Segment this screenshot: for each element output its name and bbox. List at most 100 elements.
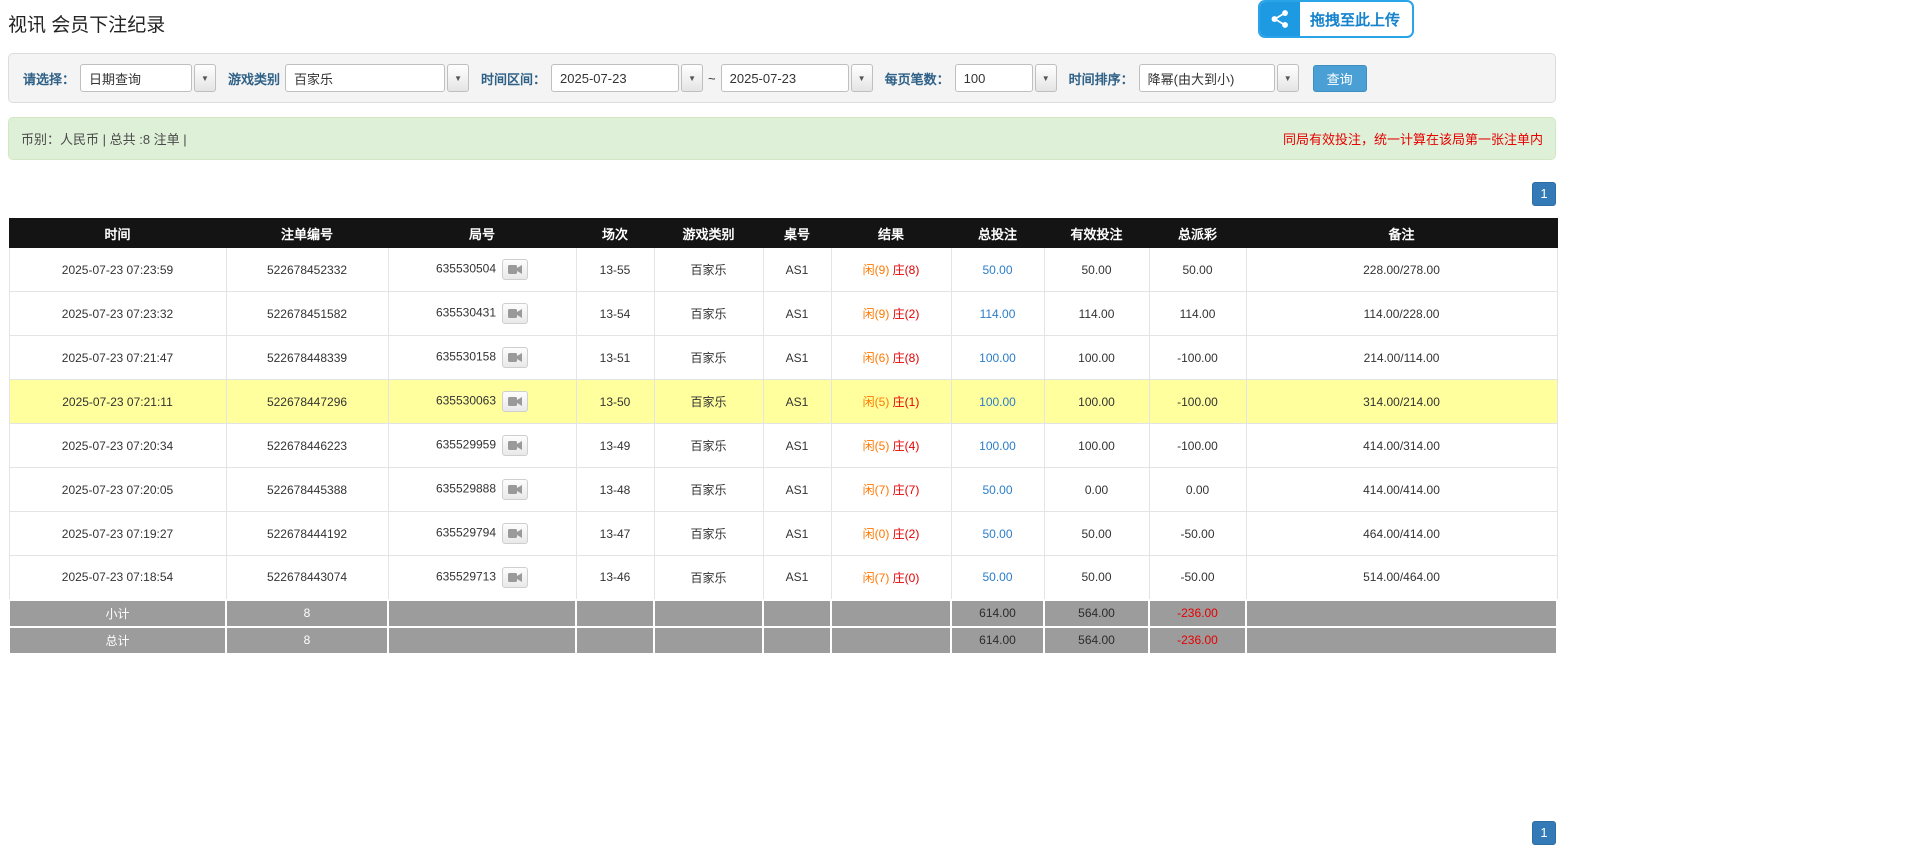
cell-valid-bet: 100.00 [1044, 336, 1149, 380]
cell-round: 635529888 [388, 468, 576, 512]
cell-game-type: 百家乐 [654, 248, 763, 292]
cell-payout: -100.00 [1149, 380, 1246, 424]
result-banker: 庄(2) [893, 307, 920, 321]
video-replay-icon[interactable] [502, 523, 528, 544]
share-nodes-icon [1260, 0, 1300, 38]
video-replay-icon[interactable] [502, 347, 528, 368]
time-sort-select[interactable]: 降幂(由大到小) ▼ [1139, 64, 1299, 92]
cell-game-type [654, 600, 763, 627]
cell-note [1246, 627, 1557, 654]
video-replay-icon[interactable] [502, 567, 528, 588]
page-size-select[interactable]: 100 ▼ [955, 64, 1057, 92]
table-footer: 小计8614.00564.00-236.00总计8614.00564.00-23… [9, 600, 1557, 654]
chevron-down-icon[interactable]: ▼ [447, 64, 469, 92]
total-bet-link[interactable]: 114.00 [980, 307, 1016, 321]
cell-note: 464.00/414.00 [1246, 512, 1557, 556]
chevron-down-icon[interactable]: ▼ [1035, 64, 1057, 92]
cell-session [576, 627, 654, 654]
valid-bet-note: 同局有效投注，统一计算在该局第一张注单内 [1283, 129, 1543, 148]
total-bet-link[interactable]: 50.00 [982, 527, 1012, 541]
date-from-value[interactable]: 2025-07-23 [551, 64, 679, 92]
video-replay-icon[interactable] [502, 391, 528, 412]
total-bet-link[interactable]: 50.00 [982, 483, 1012, 497]
cell-round: 635529959 [388, 424, 576, 468]
cell-valid-bet: 0.00 [1044, 468, 1149, 512]
cell-count: 8 [226, 627, 388, 654]
result-banker: 庄(0) [893, 571, 920, 585]
cell-payout: -236.00 [1149, 627, 1246, 654]
cell-time: 2025-07-23 07:19:27 [9, 512, 226, 556]
page-size-value[interactable]: 100 [955, 64, 1033, 92]
chevron-down-icon[interactable]: ▼ [681, 64, 703, 92]
cell-round: 635529794 [388, 512, 576, 556]
cell-table-no: AS1 [763, 380, 831, 424]
cell-result: 闲(9) 庄(8) [831, 248, 951, 292]
column-header: 总投注 [951, 219, 1044, 248]
betting-records-table: 时间注单编号局号场次游戏类别桌号结果总投注有效投注总派彩备注 2025-07-2… [8, 218, 1558, 655]
date-from-select[interactable]: 2025-07-23 ▼ [551, 64, 703, 92]
video-replay-icon[interactable] [502, 303, 528, 324]
cell-valid-bet: 50.00 [1044, 512, 1149, 556]
page-button-1[interactable]: 1 [1532, 182, 1556, 206]
video-replay-icon[interactable] [502, 259, 528, 280]
cell-bet-id: 522678447296 [226, 380, 388, 424]
cell-game-type: 百家乐 [654, 512, 763, 556]
cell-game-type: 百家乐 [654, 336, 763, 380]
cell-session: 13-54 [576, 292, 654, 336]
table-row: 2025-07-23 07:20:34522678446223635529959… [9, 424, 1557, 468]
cell-bet-id: 522678451582 [226, 292, 388, 336]
game-type-value[interactable]: 百家乐 [285, 64, 445, 92]
chevron-down-icon[interactable]: ▼ [194, 64, 216, 92]
cell-bet-id: 522678444192 [226, 512, 388, 556]
chevron-down-icon[interactable]: ▼ [1277, 64, 1299, 92]
result-banker: 庄(7) [893, 483, 920, 497]
cell-total-bet: 50.00 [951, 468, 1044, 512]
column-header: 结果 [831, 219, 951, 248]
round-number: 635529888 [436, 482, 496, 496]
cell-session: 13-50 [576, 380, 654, 424]
result-banker: 庄(8) [893, 263, 920, 277]
game-type-select[interactable]: 百家乐 ▼ [285, 64, 469, 92]
column-header: 注单编号 [226, 219, 388, 248]
select-type-label: 请选择： [23, 69, 75, 88]
date-query-select[interactable]: 日期查询 ▼ [80, 64, 216, 92]
column-header: 游戏类别 [654, 219, 763, 248]
summary-bar: 币别：人民币 | 总共 :8 注单 | 同局有效投注，统一计算在该局第一张注单内 [8, 117, 1556, 160]
table-body: 2025-07-23 07:23:59522678452332635530504… [9, 248, 1557, 600]
upload-dropzone[interactable]: 拖拽至此上传 [1258, 0, 1414, 38]
cell-result: 闲(5) 庄(1) [831, 380, 951, 424]
cell-table-no: AS1 [763, 468, 831, 512]
total-bet-link[interactable]: 50.00 [982, 263, 1012, 277]
time-range-label: 时间区间： [481, 69, 546, 88]
video-replay-icon[interactable] [502, 479, 528, 500]
date-query-value[interactable]: 日期查询 [80, 64, 192, 92]
chevron-down-icon[interactable]: ▼ [851, 64, 873, 92]
cell-bet-id: 522678446223 [226, 424, 388, 468]
page-button-1-bottom[interactable]: 1 [1532, 821, 1556, 845]
filter-bar: 请选择： 日期查询 ▼ 游戏类别 百家乐 ▼ 时间区间： 2025-07-23 … [8, 53, 1556, 103]
cell-total-bet: 614.00 [951, 627, 1044, 654]
cell-table-no: AS1 [763, 556, 831, 600]
column-header: 备注 [1246, 219, 1557, 248]
cell-bet-id: 522678445388 [226, 468, 388, 512]
total-bet-link[interactable]: 50.00 [982, 570, 1012, 584]
cell-payout: -236.00 [1149, 600, 1246, 627]
table-header-row: 时间注单编号局号场次游戏类别桌号结果总投注有效投注总派彩备注 [9, 219, 1557, 248]
cell-total-bet: 114.00 [951, 292, 1044, 336]
time-sort-value[interactable]: 降幂(由大到小) [1139, 64, 1275, 92]
cell-payout: 114.00 [1149, 292, 1246, 336]
cell-valid-bet: 50.00 [1044, 556, 1149, 600]
cell-bet-id: 522678443074 [226, 556, 388, 600]
result-player: 闲(0) [863, 527, 890, 541]
cell-game-type: 百家乐 [654, 380, 763, 424]
video-replay-icon[interactable] [502, 435, 528, 456]
date-to-select[interactable]: 2025-07-23 ▼ [721, 64, 873, 92]
search-button[interactable]: 查询 [1313, 65, 1367, 92]
total-bet-link[interactable]: 100.00 [979, 351, 1016, 365]
total-bet-link[interactable]: 100.00 [979, 439, 1016, 453]
cell-payout: 0.00 [1149, 468, 1246, 512]
cell-valid-bet: 114.00 [1044, 292, 1149, 336]
cell-note: 114.00/228.00 [1246, 292, 1557, 336]
total-bet-link[interactable]: 100.00 [979, 395, 1016, 409]
date-to-value[interactable]: 2025-07-23 [721, 64, 849, 92]
